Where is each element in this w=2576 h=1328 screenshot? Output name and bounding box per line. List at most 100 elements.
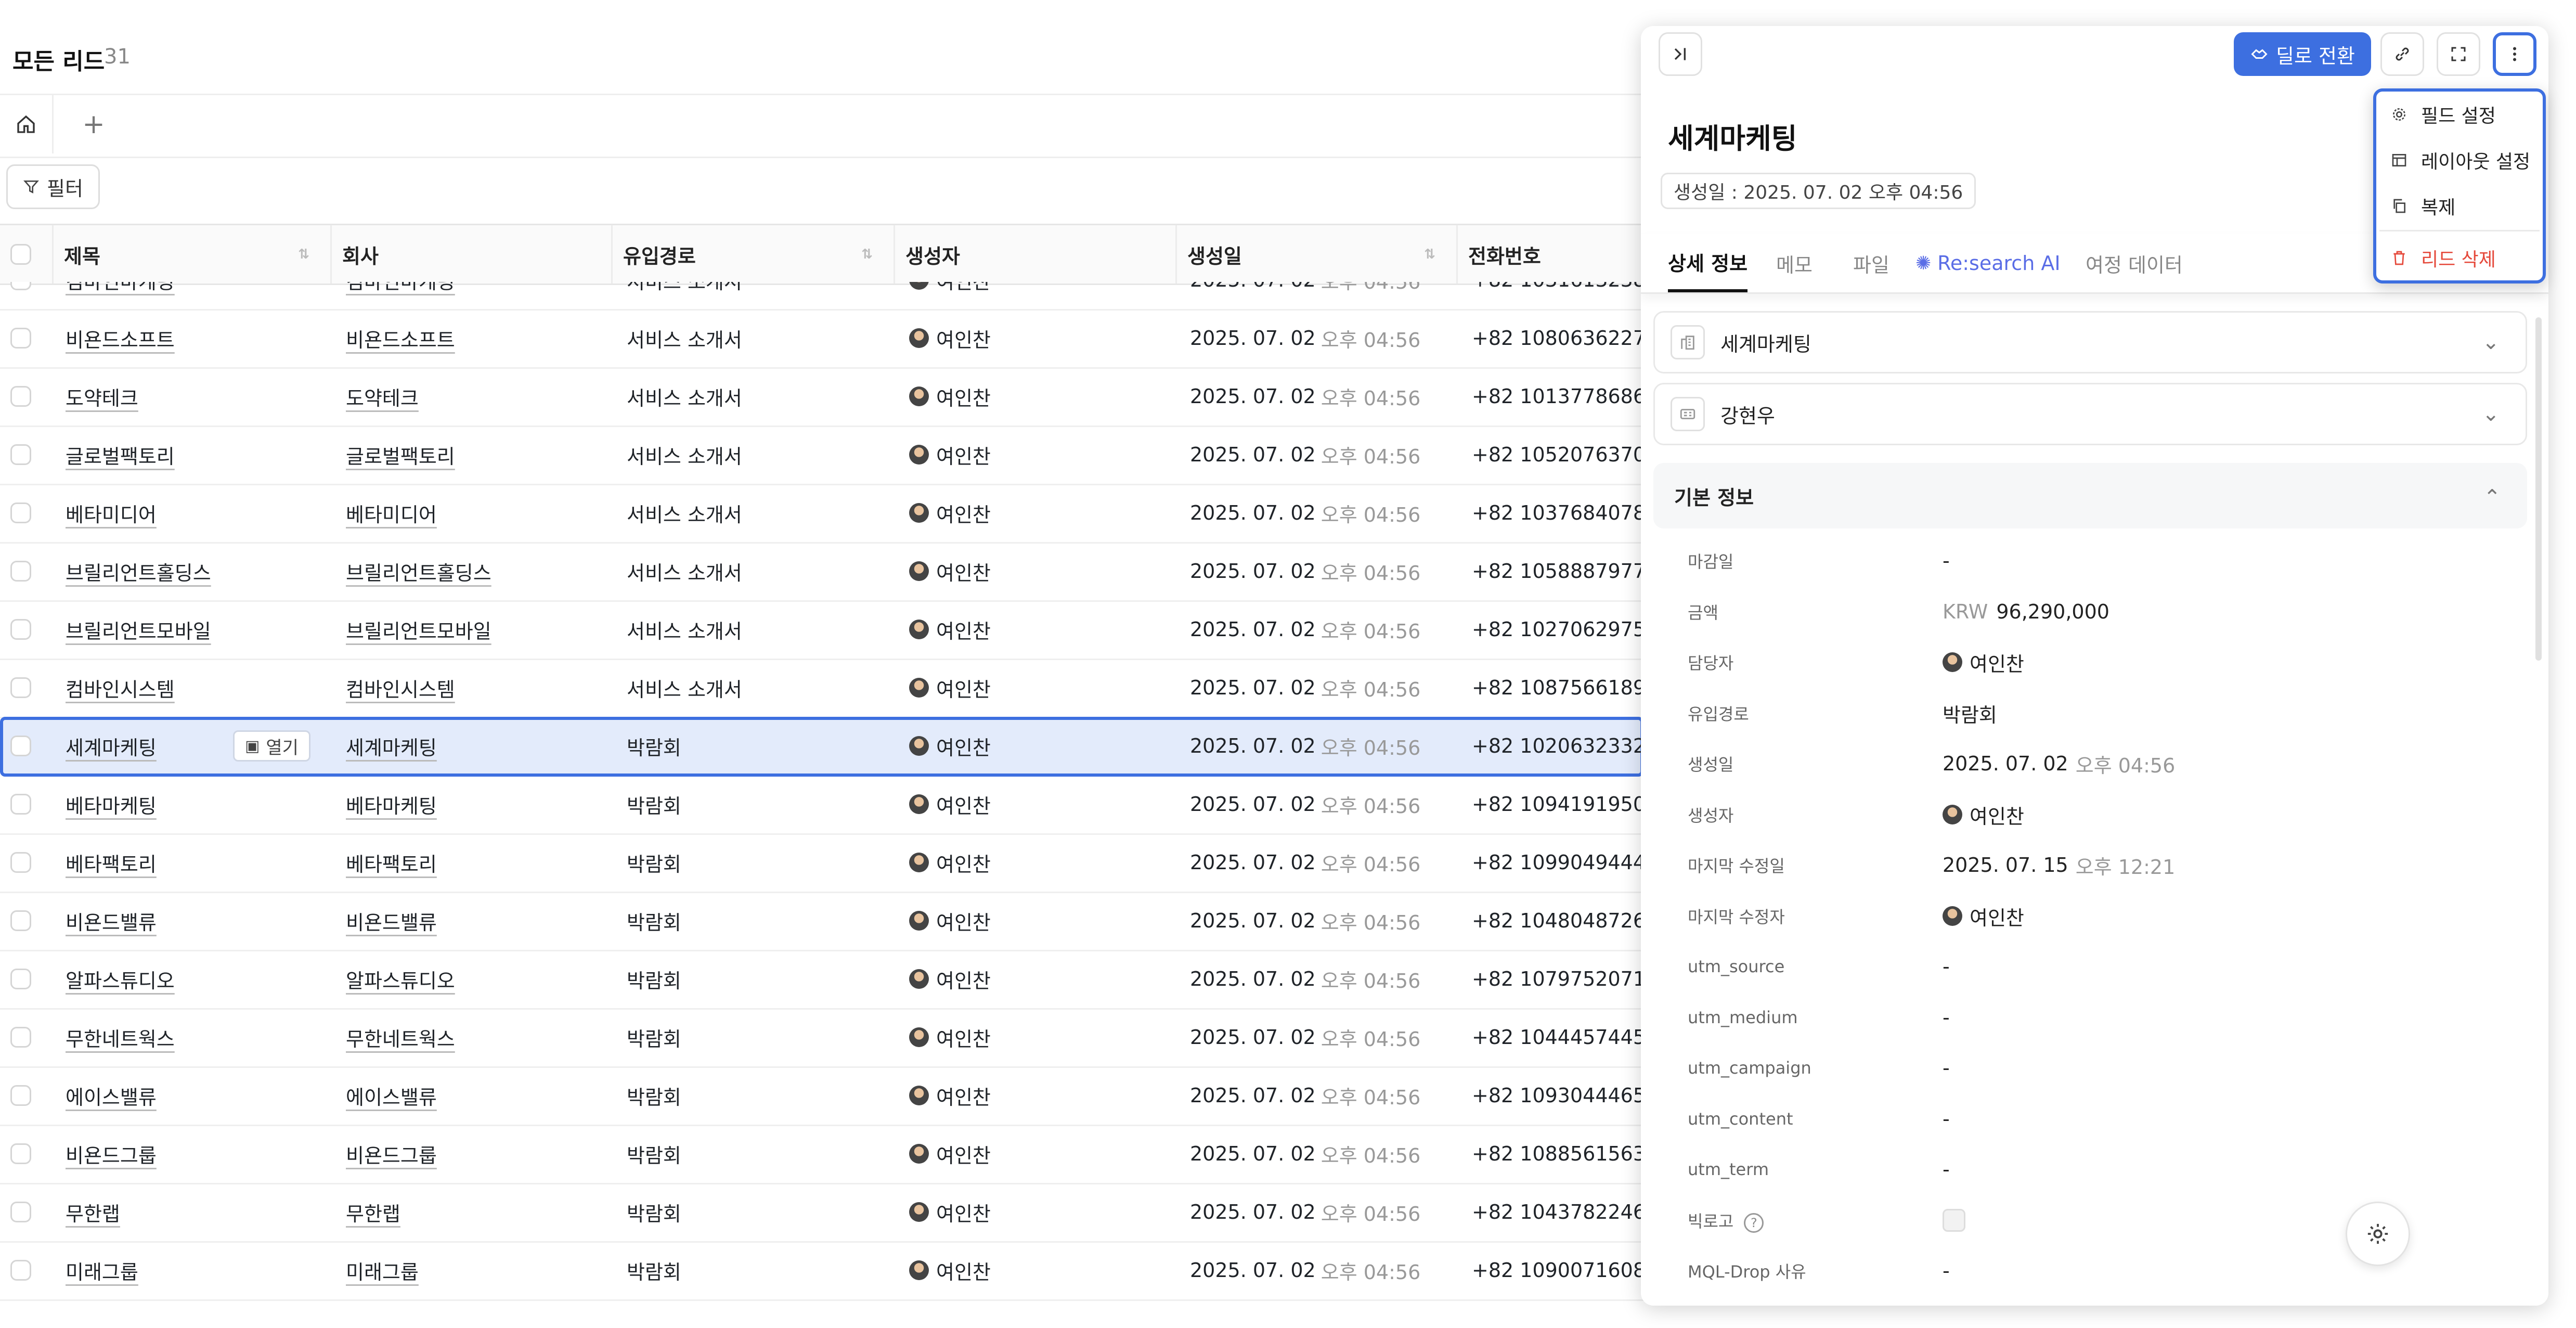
help-icon[interactable]: ? [1744, 1213, 1764, 1233]
row-checkbox[interactable] [10, 282, 31, 290]
expand-button[interactable] [2437, 32, 2480, 76]
cell-title[interactable]: 비욘드밸류 [66, 892, 326, 950]
company-link[interactable]: 비욘드소프트 [346, 324, 455, 353]
field-value[interactable]: - [1943, 1107, 1950, 1130]
table-row[interactable]: 글로벌팩토리 글로벌팩토리 서비스 소개서 여인찬 2025. 07. 02 오후 04:… [0, 426, 1643, 485]
cell-title[interactable]: 알파스튜디오 [66, 950, 326, 1008]
field-value[interactable]: 여인찬 [1970, 648, 2024, 677]
column-header-source[interactable]: 유입경로 ⇅ [611, 225, 894, 283]
row-checkbox[interactable] [10, 1202, 31, 1222]
table-row[interactable]: 브릴리언트홀딩스 브릴리언트홀딩스 서비스 소개서 여인찬 2025. 07. 02 오후… [0, 542, 1643, 602]
cell-title[interactable]: 에이스밸류 [66, 1066, 326, 1125]
company-link[interactable]: 세계마케팅 [346, 732, 437, 760]
cell-title[interactable]: 베타마케팅 [66, 775, 326, 833]
field-value[interactable]: 2025. 07. 15 [1943, 854, 2068, 876]
field-value[interactable]: 박람회 [1943, 699, 1997, 728]
table-row[interactable]: 미래그룹 미래그룹 박람회 여인찬 2025. 07. 02 오후 04:56 +82 10… [0, 1241, 1643, 1301]
lead-title-link[interactable]: 글로벌팩토리 [66, 441, 175, 469]
cell-company[interactable]: 에이스밸류 [346, 1066, 606, 1125]
cell-title[interactable]: 브릴리언트모바일 [66, 600, 326, 659]
cell-title[interactable]: 글로벌팩토리 [66, 426, 326, 484]
convert-to-deal-button[interactable]: 딜로 전환 [2234, 32, 2371, 76]
table-row[interactable]: 베타미디어 베타미디어 서비스 소개서 여인찬 2025. 07. 02 오후 04:56… [0, 484, 1643, 544]
lead-title-link[interactable]: 도약테크 [66, 382, 138, 411]
menu-item-field-settings[interactable]: 필드 설정 [2376, 93, 2543, 136]
table-row[interactable]: 무한네트웍스 무한네트웍스 박람회 여인찬 2025. 07. 02 오후 04:56 +8… [0, 1008, 1643, 1068]
cell-company[interactable]: 도약테크 [346, 367, 606, 426]
lead-title-link[interactable]: 베타팩토리 [66, 848, 157, 877]
table-row[interactable]: 에이스밸류 에이스밸류 박람회 여인찬 2025. 07. 02 오후 04:56 +82 … [0, 1066, 1643, 1126]
field-value[interactable]: 여인찬 [1970, 902, 2024, 931]
lead-title-link[interactable]: 베타마케팅 [66, 790, 157, 819]
basic-info-section-header[interactable]: 기본 정보 ⌄ [1653, 463, 2527, 528]
company-link[interactable]: 컴바인시스템 [346, 674, 455, 702]
cell-title[interactable]: 비욘드소프트 [66, 309, 326, 367]
row-checkbox[interactable] [10, 1085, 31, 1106]
company-link[interactable]: 베타미디어 [346, 499, 437, 527]
cell-company[interactable]: 컴바인마케팅 [346, 282, 606, 309]
cell-company[interactable]: 베타미디어 [346, 484, 606, 542]
table-row[interactable]: 컴바인마케팅 컴바인마케팅 서비스 소개서 여인찬 2025. 07. 02 오후 04:… [0, 282, 1643, 311]
field-value[interactable]: 2025. 07. 02 [1943, 752, 2068, 775]
company-link[interactable]: 브릴리언트모바일 [346, 615, 491, 644]
tab-research-ai[interactable]: ✺ Re:search AI [1915, 234, 2061, 292]
field-value[interactable]: - [1943, 549, 1950, 572]
cell-company[interactable]: 미래그룹 [346, 1241, 606, 1299]
cell-company[interactable]: 비욘드밸류 [346, 892, 606, 950]
row-checkbox[interactable] [10, 910, 31, 931]
column-header-created[interactable]: 생성일 ⇅ [1175, 225, 1456, 283]
cell-title[interactable]: 미래그룹 [66, 1241, 326, 1299]
contact-card[interactable]: 강현우 ⌄ [1653, 383, 2527, 445]
table-row[interactable]: 세계마케팅 ▣ 열기 세계마케팅 박람회 여인찬 2025. 07. 02 오후 04:56 +… [0, 717, 1643, 777]
field-value[interactable]: - [1943, 1259, 1950, 1282]
row-checkbox[interactable] [10, 677, 31, 698]
sort-icon[interactable]: ⇅ [1424, 247, 1435, 262]
field-value[interactable]: - [1943, 1056, 1950, 1079]
lead-title-link[interactable]: 에이스밸류 [66, 1081, 157, 1110]
row-checkbox[interactable] [10, 1260, 31, 1281]
lead-title-link[interactable]: 비욘드그룹 [66, 1140, 157, 1168]
table-row[interactable]: 비욘드그룹 비욘드그룹 박람회 여인찬 2025. 07. 02 오후 04:56 +82 … [0, 1125, 1643, 1184]
column-header-title[interactable]: 제목 ⇅ [52, 225, 330, 283]
table-row[interactable]: 비욘드밸류 비욘드밸류 박람회 여인찬 2025. 07. 02 오후 04:56 +82 … [0, 892, 1643, 951]
row-checkbox[interactable] [10, 444, 31, 465]
sort-icon[interactable]: ⇅ [861, 247, 873, 262]
tab-details[interactable]: 상세 정보 [1668, 234, 1748, 292]
cell-title[interactable]: 베타미디어 [66, 484, 326, 542]
cell-company[interactable]: 베타마케팅 [346, 775, 606, 833]
row-checkbox[interactable] [10, 619, 31, 640]
company-card[interactable]: 세계마케팅 ⌄ [1653, 311, 2527, 373]
table-row[interactable]: 컴바인시스템 컴바인시스템 서비스 소개서 여인찬 2025. 07. 02 오후 04:… [0, 659, 1643, 718]
table-row[interactable]: 도약테크 도약테크 서비스 소개서 여인찬 2025. 07. 02 오후 04:56 +8… [0, 367, 1643, 427]
cell-company[interactable]: 브릴리언트모바일 [346, 600, 606, 659]
cell-title[interactable]: 브릴리언트홀딩스 [66, 542, 326, 600]
row-checkbox[interactable] [10, 852, 31, 873]
company-link[interactable]: 도약테크 [346, 382, 419, 411]
lead-title-link[interactable]: 알파스튜디오 [66, 965, 175, 994]
cell-title[interactable]: 베타팩토리 [66, 833, 326, 892]
panel-scrollbar[interactable] [2535, 317, 2542, 661]
cell-title[interactable]: 컴바인시스템 [66, 659, 326, 717]
company-link[interactable]: 컴바인마케팅 [346, 282, 455, 294]
table-row[interactable]: 비욘드소프트 비욘드소프트 서비스 소개서 여인찬 2025. 07. 02 오후 04:… [0, 309, 1643, 369]
table-row[interactable]: 베타마케팅 베타마케팅 박람회 여인찬 2025. 07. 02 오후 04:56 +82 … [0, 775, 1643, 835]
company-link[interactable]: 에이스밸류 [346, 1081, 437, 1110]
menu-item-delete-lead[interactable]: 리드 삭제 [2376, 236, 2543, 280]
company-link[interactable]: 무한네트웍스 [346, 1023, 455, 1052]
cell-company[interactable]: 비욘드그룹 [346, 1125, 606, 1183]
sort-icon[interactable]: ⇅ [298, 247, 309, 262]
row-checkbox[interactable] [10, 794, 31, 815]
cell-company[interactable]: 무한랩 [346, 1183, 606, 1241]
select-all-checkbox[interactable] [10, 244, 31, 265]
lead-title-link[interactable]: 무한네트웍스 [66, 1023, 175, 1052]
lead-title-link[interactable]: 비욘드밸류 [66, 907, 157, 935]
field-checkbox[interactable] [1943, 1209, 1965, 1232]
company-link[interactable]: 브릴리언트홀딩스 [346, 557, 491, 586]
lead-title-link[interactable]: 브릴리언트홀딩스 [66, 557, 211, 586]
company-link[interactable]: 비욘드밸류 [346, 907, 437, 935]
table-row[interactable]: 알파스튜디오 알파스튜디오 박람회 여인찬 2025. 07. 02 오후 04:56 +8… [0, 950, 1643, 1010]
lead-title-link[interactable]: 무한랩 [66, 1198, 120, 1227]
row-checkbox[interactable] [10, 561, 31, 582]
row-checkbox[interactable] [10, 502, 31, 523]
row-checkbox[interactable] [10, 386, 31, 407]
